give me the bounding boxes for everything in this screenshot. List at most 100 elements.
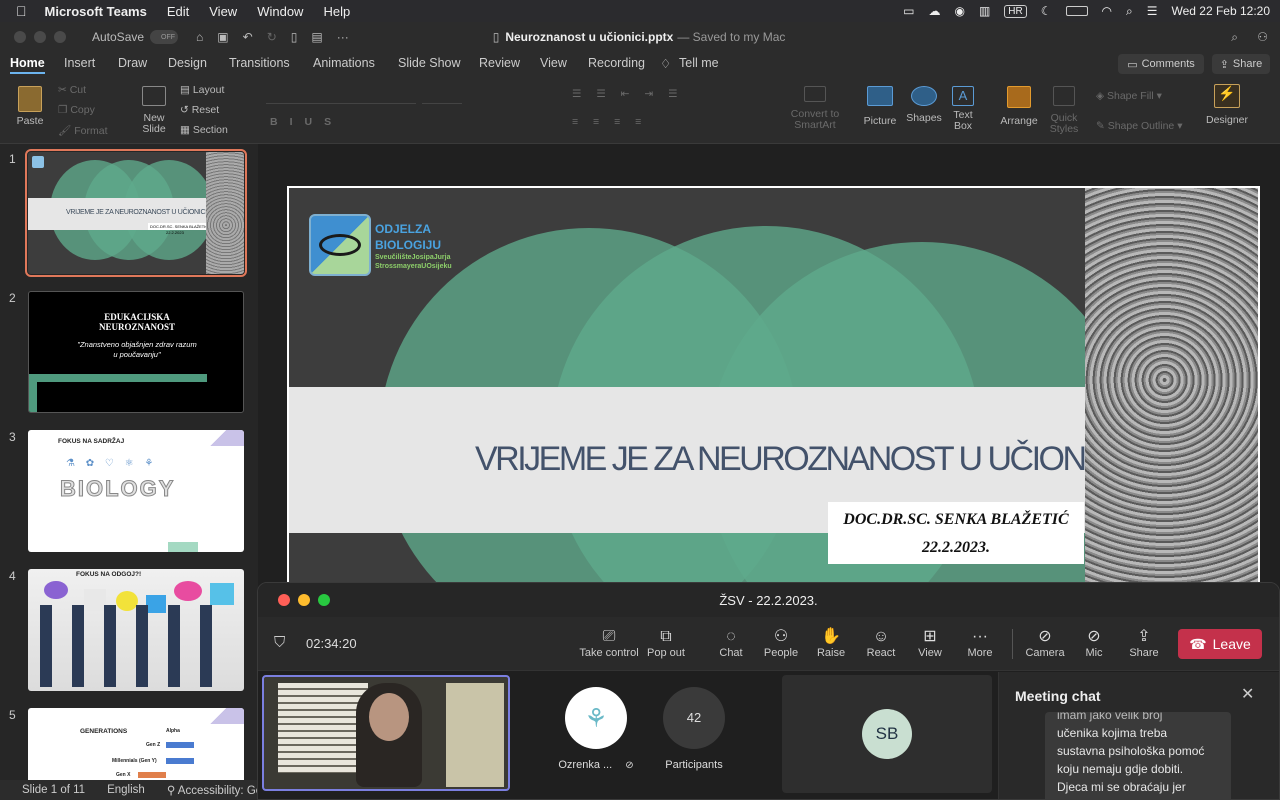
more-icon[interactable]: ··· [337,30,349,44]
take-control-icon: ⎚ [602,628,616,645]
current-slide[interactable]: VRIJEME JE ZA NEUROZNANOST U UČIONICI DO… [287,186,1260,586]
copy-button[interactable]: ❐ Copy [58,104,95,116]
designer-button[interactable]: ⚡ Designer [1204,84,1250,126]
close-icon[interactable]: ✕ [1241,684,1254,704]
format-painter-button[interactable]: 🖌 Format [58,124,108,137]
new-doc-icon[interactable]: ▯ [291,30,298,44]
video-face [369,693,409,741]
align-controls[interactable]: ≡ ≡ ≡ ≡ [572,116,647,128]
reset-button[interactable]: ↺ Reset [180,104,219,116]
font-format-row[interactable]: BIUS [270,116,343,128]
logo-text-line1: ODJELZA [375,222,432,236]
menubar-clock[interactable]: Wed 22 Feb 12:20 [1171,4,1270,18]
teams-window-controls[interactable] [278,594,330,606]
font-name-select[interactable] [266,86,416,104]
slide-thumbnail-2[interactable]: EDUKACIJSKA NEUROZNANOST "Znanstveno obj… [28,291,244,413]
tab-review[interactable]: Review [479,56,520,70]
control-center-icon[interactable]: ☰ [1147,4,1158,18]
creative-cloud-icon[interactable]: ◉ [954,4,964,18]
sidebar-icon[interactable]: ▥ [979,4,990,18]
tab-home[interactable]: Home [10,56,45,74]
cut-button[interactable]: ✂ Cut [58,84,86,96]
arrange-button[interactable]: Arrange [998,86,1040,127]
menu-edit[interactable]: Edit [167,4,189,19]
menu-help[interactable]: Help [323,4,350,19]
leave-button[interactable]: ☎ Leave [1178,629,1262,659]
participants-count-tile[interactable]: 42 Participants [654,687,734,787]
self-video-tile[interactable] [262,675,510,791]
shape-fill-button[interactable]: ◈ Shape Fill ▾ [1096,90,1162,102]
wifi-icon[interactable]: ◠ [1102,4,1112,18]
tab-recording[interactable]: Recording [588,56,645,70]
layout-button[interactable]: ▤ Layout [180,84,224,96]
tab-insert[interactable]: Insert [64,56,95,70]
search-icon[interactable]: ⌕ [1126,4,1133,19]
thumb4-people-photo [36,581,236,689]
new-slide-button[interactable]: New Slide [134,86,174,135]
chat-message-bubble: imam jako velik broj učenika kojima treb… [1045,712,1231,799]
undo-icon[interactable]: ↶ [243,30,253,44]
accessibility-status[interactable]: ⚲ Accessibility: Goo [167,783,258,797]
tab-transitions[interactable]: Transitions [229,56,290,70]
slide-thumbnails-pane: 1 VRIJEME JE ZA NEUROZNANOST U UČIONICI … [0,144,258,780]
language-status[interactable]: English [107,784,145,796]
input-source-badge[interactable]: HR [1004,4,1027,18]
participant-tile[interactable]: ⚘ Ozrenka ... ⊘ [544,687,648,787]
tab-slide-show[interactable]: Slide Show [398,56,461,70]
profile-icon[interactable]: ⚇ [1257,30,1268,44]
avatar-tile[interactable]: SB [782,675,992,793]
macos-menubar:  Microsoft Teams Edit View Window Help … [0,0,1280,22]
picture-button[interactable]: Picture [860,86,900,127]
screen-icon[interactable]: ▭ [903,4,914,18]
app-menu[interactable]: Microsoft Teams [45,4,147,19]
designer-icon: ⚡ [1214,84,1240,108]
paste-button[interactable]: Paste [12,86,48,127]
save-icon[interactable]: ▣ [217,30,228,44]
shape-outline-button[interactable]: ✎ Shape Outline ▾ [1096,120,1182,132]
share-button[interactable]: ⇪ Share [1212,54,1270,74]
slide-thumbnail-3[interactable]: FOKUS NA SADRŽAJ BIOLOGY ⚗ ✿ ♡ ⚛ ⚘ [28,430,244,552]
comments-button[interactable]: ▭ Comments [1118,54,1204,74]
window-controls[interactable] [14,31,66,43]
save-as-icon[interactable]: ▤ [311,30,322,44]
apple-icon[interactable]:  [16,3,27,19]
tab-animations[interactable]: Animations [313,56,375,70]
section-button[interactable]: ▦ Section [180,124,228,136]
paragraph-controls[interactable]: ☰ ☰ ⇤ ⇥ ☰ [572,88,684,100]
paint-bucket-icon: ◈ [1096,90,1107,102]
text-box-button[interactable]: A Text Box [948,86,978,132]
tab-view[interactable]: View [540,56,567,70]
tab-design[interactable]: Design [168,56,207,70]
home-icon[interactable]: ⌂ [196,30,203,44]
shapes-button[interactable]: Shapes [904,86,944,124]
menu-window[interactable]: Window [257,4,303,19]
video-door [446,683,504,787]
quick-styles-button[interactable]: Quick Styles [1046,86,1082,135]
tab-draw[interactable]: Draw [118,56,147,70]
slide-author-box[interactable]: DOC.DR.SC. SENKA BLAŽETIĆ 22.2.2023. [828,502,1084,564]
shapes-icon [911,86,937,106]
thumb5-bar [138,772,166,778]
battery-icon[interactable] [1065,6,1088,16]
redo-icon[interactable]: ↻ [267,30,277,44]
slide-thumbnail-5[interactable]: GENERATIONS Alpha Gen Z Millennials (Gen… [28,708,244,780]
shield-icon[interactable]: ⛉ [274,634,285,651]
moon-icon[interactable]: ☾ [1041,4,1052,18]
more-button[interactable]: ··· More [950,627,1010,659]
slide-thumbnail-4[interactable]: FOKUS NA ODGOJ?! [28,569,244,691]
slide-thumbnail-1[interactable]: VRIJEME JE ZA NEUROZNANOST U UČIONICI DO… [25,149,247,277]
search-doc-icon[interactable]: ⌕ [1231,30,1238,45]
menu-view[interactable]: View [209,4,237,19]
share-screen-button[interactable]: ⇪ Share [1114,627,1174,659]
font-size-select[interactable] [422,86,462,104]
tell-me-icon: ♢ [660,57,672,71]
pop-out-button[interactable]: ⧉ Pop out [636,627,696,659]
cloud-icon[interactable]: ☁ [928,4,940,18]
tell-me-search[interactable]: Tell me [679,56,719,70]
thumb5-corner [204,708,244,724]
slide-title[interactable]: VRIJEME JE ZA NEUROZNANOST U UČIONICI [475,440,1123,479]
convert-smartart-button[interactable]: Convert to SmartArt [786,86,844,131]
autosave-toggle[interactable]: OFF [150,30,179,44]
chat-line: Djeca mi se obraćaju jer [1057,780,1186,794]
take-control-button[interactable]: ⎚ Take control [578,627,640,659]
